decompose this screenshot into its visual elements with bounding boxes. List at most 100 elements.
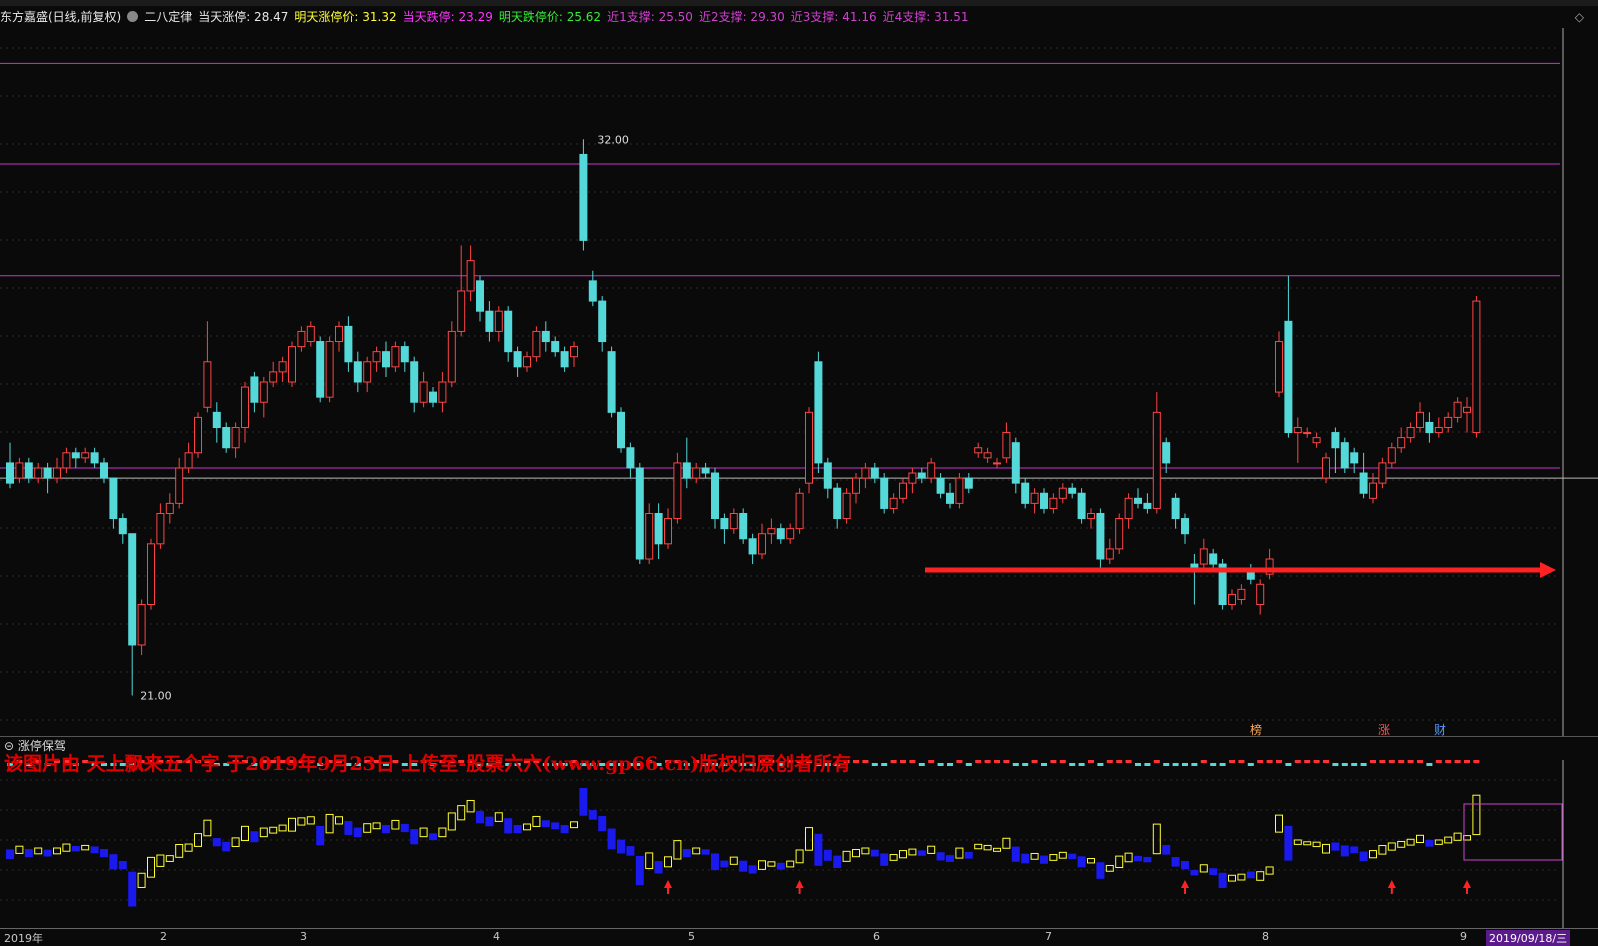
candle-body: [1096, 512, 1105, 560]
candle-body: [1068, 487, 1077, 494]
strip-mark: [1426, 763, 1433, 766]
candle-body: [560, 351, 569, 368]
strip-mark: [1153, 760, 1160, 763]
support-2: 近2支撑: 29.30: [698, 10, 785, 24]
osc-bar: [974, 843, 983, 850]
osc-bar: [673, 840, 682, 860]
candle-body: [466, 260, 475, 292]
strip-mark: [1088, 760, 1094, 763]
osc-bar: [936, 852, 945, 861]
candle-body: [1425, 421, 1434, 434]
candle-body: [1275, 341, 1283, 393]
osc-bar: [81, 844, 90, 851]
candle-body: [203, 361, 212, 408]
candle-body: [993, 462, 1001, 465]
candle-body: [391, 346, 400, 368]
osc-bar: [306, 816, 315, 825]
strip-mark: [918, 763, 925, 766]
candle-body: [100, 462, 108, 479]
event-marker: 财: [1434, 723, 1446, 736]
osc-bar: [363, 823, 372, 833]
osc-bar: [1096, 862, 1105, 879]
candle-body: [1284, 320, 1293, 434]
strip-mark: [1464, 760, 1470, 763]
tomorrow-limit: 明天涨停价: 31.32: [294, 10, 397, 24]
osc-bar: [852, 848, 860, 858]
axis-tick-label: 2: [160, 930, 167, 943]
settings-gear-icon[interactable]: [127, 11, 139, 22]
strip-mark: [1069, 763, 1076, 766]
strip-mark: [1238, 760, 1245, 763]
buy-arrow-icon: [795, 880, 804, 888]
osc-bar: [53, 847, 61, 855]
candle-body: [353, 361, 362, 383]
strip-mark: [1022, 763, 1029, 766]
candle-body: [382, 351, 390, 368]
support-3: 近3支撑: 41.16: [790, 10, 877, 24]
candle-body: [288, 346, 296, 383]
strip-mark: [1247, 763, 1254, 766]
indicator-name[interactable]: 二八定律: [144, 10, 192, 24]
osc-bar: [325, 813, 334, 834]
osc-bar: [15, 845, 24, 854]
osc-bar: [1040, 855, 1048, 864]
osc-bar: [1265, 866, 1274, 875]
tomorrow-down: 明天跌停价: 25.62: [498, 10, 602, 24]
panel-divider[interactable]: [0, 736, 1598, 737]
osc-bar: [429, 833, 437, 841]
strip-mark: [1106, 760, 1113, 763]
candle-body: [1030, 492, 1039, 504]
candle-body: [833, 487, 842, 520]
osc-bar: [532, 815, 541, 827]
osc-bar: [344, 821, 353, 835]
candle-body: [1209, 553, 1218, 565]
candle-body: [1040, 492, 1048, 509]
candle-body: [964, 477, 973, 489]
osc-bar: [607, 828, 616, 850]
candle-body: [1397, 437, 1406, 449]
corner-diamond-icon[interactable]: ◇: [1575, 10, 1584, 24]
support-1: 近1支撑: 25.50: [607, 10, 693, 24]
osc-bar: [964, 851, 973, 859]
osc-bar: [814, 833, 823, 866]
candle-body: [711, 472, 719, 520]
osc-bar: [1331, 842, 1340, 851]
strip-mark: [1191, 763, 1198, 766]
candle-body: [598, 300, 607, 343]
osc-bar: [231, 837, 240, 847]
candle-body: [748, 538, 757, 555]
strip-mark: [1370, 760, 1376, 763]
osc-bar: [34, 847, 43, 855]
osc-bar: [118, 860, 127, 870]
candle-body: [626, 447, 635, 469]
candle-body: [43, 467, 52, 479]
candle-body: [71, 452, 80, 459]
osc-bar: [1397, 840, 1406, 848]
candle-body: [588, 280, 597, 302]
osc-bar: [654, 861, 663, 874]
osc-bar: [833, 855, 842, 869]
osc-bar: [1359, 851, 1368, 862]
candle-body: [344, 325, 353, 363]
candle-body: [974, 447, 983, 454]
candle-body: [429, 391, 437, 403]
osc-bar: [1049, 854, 1058, 861]
watermark-text: 该图片由 天上飘来五个字 于2019年9月23日 上传至-股票六六(www.gp…: [4, 753, 852, 775]
strip-mark: [1398, 760, 1405, 763]
candle-body: [720, 518, 729, 530]
candle-body: [1171, 497, 1180, 520]
candle-body: [823, 462, 832, 489]
candle-body: [1331, 432, 1340, 449]
candle-body: [983, 452, 992, 459]
candle-body: [1340, 442, 1349, 469]
sub-indicator-chart[interactable]: [0, 760, 1598, 928]
stock-name[interactable]: 东方嘉盛(日线,前复权): [0, 10, 121, 24]
osc-bar: [1124, 852, 1133, 863]
main-candlestick-chart[interactable]: 32.00 21.00 榜 涨 财: [0, 28, 1598, 736]
strip-mark: [1304, 760, 1311, 763]
osc-bar: [899, 850, 907, 859]
candle-body: [1256, 583, 1265, 606]
candle-body: [485, 310, 494, 332]
candle-body: [165, 502, 174, 514]
strip-mark: [1407, 760, 1414, 763]
